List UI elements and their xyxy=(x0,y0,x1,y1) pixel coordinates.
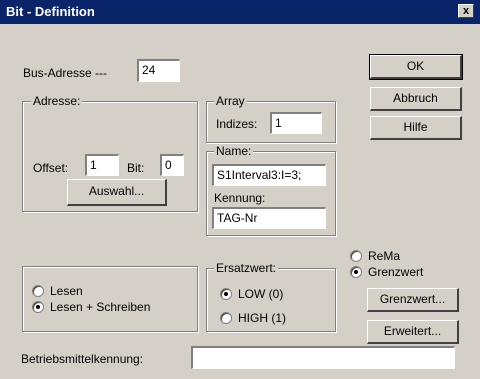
betriebsmittel-field[interactable] xyxy=(191,346,455,369)
high-label: HIGH (1) xyxy=(238,311,286,325)
low-label: LOW (0) xyxy=(238,287,284,301)
low-radio[interactable] xyxy=(220,288,232,300)
high-radio[interactable] xyxy=(220,312,232,324)
indizes-label: Indizes: xyxy=(216,117,258,131)
lesen-label: Lesen xyxy=(50,284,83,298)
lesen-schreiben-label: Lesen + Schreiben xyxy=(50,300,151,314)
grenzwert-button[interactable]: Grenzwert... xyxy=(367,288,459,312)
rema-label: ReMa xyxy=(368,249,401,263)
array-legend: Array xyxy=(214,94,247,108)
adresse-legend: Adresse: xyxy=(31,94,83,108)
indizes-field[interactable]: 1 xyxy=(270,112,322,134)
name-legend: Name: xyxy=(214,144,254,158)
lesen-schreiben-radio[interactable] xyxy=(32,301,44,313)
ok-button[interactable]: OK xyxy=(369,54,463,80)
auswahl-button[interactable]: Auswahl... xyxy=(67,179,167,206)
bit-field[interactable]: 0 xyxy=(160,154,184,176)
rema-radio[interactable] xyxy=(350,250,362,262)
grenzwert-label: Grenzwert xyxy=(368,265,424,279)
ersatzwert-legend: Ersatzwert: xyxy=(214,261,279,275)
kennung-field[interactable]: TAG-Nr xyxy=(212,207,326,229)
name-field[interactable]: S1Interval3:I=3; xyxy=(212,164,326,186)
offset-field[interactable]: 1 xyxy=(85,154,119,176)
bus-address-label: Bus-Adresse --- xyxy=(23,66,108,80)
close-button[interactable]: x xyxy=(458,4,474,18)
close-icon: x xyxy=(462,5,470,17)
abbruch-button[interactable]: Abbruch xyxy=(370,87,462,111)
bus-address-field[interactable]: 24 xyxy=(137,59,180,82)
offset-label: Offset: xyxy=(33,161,69,175)
erweitert-button[interactable]: Erweitert... xyxy=(367,320,459,344)
bit-label: Bit: xyxy=(127,161,145,175)
betriebsmittel-label: Betriebsmittelkennung: xyxy=(21,352,144,366)
window-title: Bit - Definition xyxy=(6,4,95,19)
kennung-label: Kennung: xyxy=(214,191,266,205)
hilfe-button[interactable]: Hilfe xyxy=(370,116,462,140)
lesen-radio[interactable] xyxy=(32,285,44,297)
grenzwert-radio[interactable] xyxy=(350,266,362,278)
